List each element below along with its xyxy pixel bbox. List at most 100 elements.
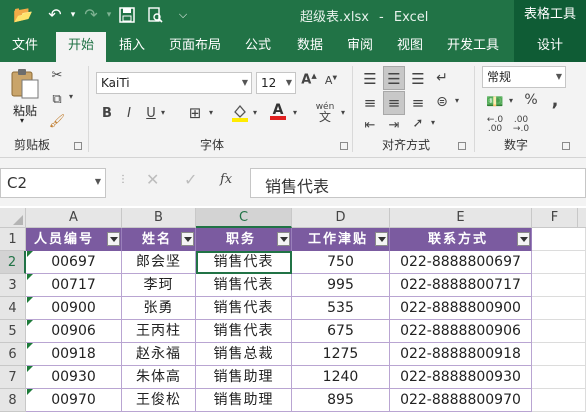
number-as-text-indicator[interactable]	[27, 366, 33, 372]
font-launcher-icon[interactable]	[340, 142, 348, 150]
table-cell[interactable]: 王俊松	[122, 389, 196, 412]
currency-dropdown-icon[interactable]: ▾	[506, 96, 516, 105]
tab-review[interactable]: 审阅	[338, 30, 382, 62]
filter-dropdown-icon[interactable]	[107, 232, 120, 246]
table-cell[interactable]: 00970	[26, 389, 122, 412]
underline-dropdown-icon[interactable]: ▾	[158, 108, 168, 117]
grow-font-icon[interactable]: A▲	[300, 72, 318, 87]
font-name-dropdown[interactable]: KaiTi ▼	[96, 72, 252, 94]
table-header-cell[interactable]: 职务	[196, 228, 292, 251]
table-cell[interactable]: 销售代表	[196, 297, 292, 320]
decrease-indent-icon[interactable]: ⇤	[360, 118, 380, 133]
column-header-c[interactable]: C	[196, 208, 292, 228]
filter-dropdown-icon[interactable]	[375, 232, 388, 246]
merge-center-icon[interactable]: ⊜	[432, 94, 452, 110]
borders-icon[interactable]: ⊞	[186, 104, 204, 122]
font-color-dropdown-icon[interactable]: ▾	[290, 108, 300, 117]
table-cell[interactable]: 销售助理	[196, 389, 292, 412]
currency-icon[interactable]: 💵	[484, 94, 506, 110]
table-header-cell[interactable]: 联系方式	[390, 228, 532, 251]
table-header-cell[interactable]: 工作津贴	[292, 228, 390, 251]
number-as-text-indicator[interactable]	[27, 343, 33, 349]
table-cell[interactable]: 张勇	[122, 297, 196, 320]
select-all-button[interactable]	[0, 208, 26, 228]
table-cell[interactable]: 00900	[26, 297, 122, 320]
open-icon[interactable]: 📂	[12, 5, 34, 25]
save-icon[interactable]	[116, 5, 138, 28]
empty-cell[interactable]	[532, 366, 586, 389]
align-top-icon[interactable]: ☰	[360, 70, 380, 88]
number-as-text-indicator[interactable]	[27, 389, 33, 395]
table-cell[interactable]: 00697	[26, 251, 122, 274]
table-cell[interactable]: 销售助理	[196, 366, 292, 389]
table-cell[interactable]: 销售代表	[196, 320, 292, 343]
table-cell[interactable]: 1240	[292, 366, 390, 389]
borders-dropdown-icon[interactable]: ▾	[206, 108, 216, 117]
column-header-b[interactable]: B	[122, 208, 196, 228]
formula-input[interactable]: 销售代表	[250, 168, 586, 198]
decrease-decimal-icon[interactable]: .00 →.0	[510, 116, 532, 134]
table-cell[interactable]: 675	[292, 320, 390, 343]
paste-button[interactable]: 粘贴 ▾	[8, 68, 40, 125]
table-cell[interactable]: 995	[292, 274, 390, 297]
table-cell[interactable]: 李珂	[122, 274, 196, 297]
bold-button[interactable]: B	[100, 106, 114, 121]
table-cell[interactable]: 00930	[26, 366, 122, 389]
table-cell[interactable]: 郎会坚	[122, 251, 196, 274]
increase-indent-icon[interactable]: ⇥	[384, 118, 404, 133]
table-cell[interactable]: 销售代表	[196, 274, 292, 297]
table-cell[interactable]: 022-8888800906	[390, 320, 532, 343]
table-cell[interactable]: 022-8888800930	[390, 366, 532, 389]
filter-dropdown-icon[interactable]	[517, 232, 530, 246]
table-cell[interactable]: 00918	[26, 343, 122, 366]
number-as-text-indicator[interactable]	[27, 297, 33, 303]
row-header[interactable]: 4	[0, 297, 26, 320]
tab-file[interactable]: 文件	[4, 30, 46, 62]
phonetic-guide-icon[interactable]: wén 文	[312, 102, 338, 123]
align-right-icon[interactable]: ≡	[408, 94, 428, 112]
table-cell[interactable]: 销售总裁	[196, 343, 292, 366]
table-cell[interactable]: 00906	[26, 320, 122, 343]
filter-dropdown-icon[interactable]	[277, 232, 290, 246]
tab-home[interactable]: 开始	[56, 32, 106, 62]
customize-toolbar-icon[interactable]: ⌵	[172, 5, 194, 25]
merge-dropdown-icon[interactable]: ▾	[452, 96, 462, 105]
chevron-down-icon[interactable]: ▼	[95, 177, 101, 186]
table-cell[interactable]: 535	[292, 297, 390, 320]
tab-view[interactable]: 视图	[388, 30, 432, 62]
clipboard-launcher-icon[interactable]	[74, 142, 82, 150]
table-header-cell[interactable]: 人员编号	[26, 228, 122, 251]
shrink-font-icon[interactable]: A▼	[322, 74, 340, 87]
cut-icon[interactable]: ✂	[48, 68, 66, 83]
fill-color-dropdown-icon[interactable]: ▾	[250, 108, 260, 117]
tab-insert[interactable]: 插入	[110, 30, 154, 62]
column-header-g[interactable]	[578, 208, 586, 228]
tab-page-layout[interactable]: 页面布局	[162, 30, 228, 62]
orientation-icon[interactable]: ➚	[408, 116, 428, 131]
phonetic-dropdown-icon[interactable]: ▾	[338, 108, 348, 117]
number-launcher-icon[interactable]	[562, 142, 570, 150]
empty-cell[interactable]	[532, 343, 586, 366]
orientation-dropdown-icon[interactable]: ▾	[428, 118, 438, 127]
font-color-icon[interactable]: A	[268, 102, 288, 120]
italic-button[interactable]: I	[122, 106, 136, 121]
selected-cell[interactable]: 销售代表	[196, 251, 292, 274]
row-header[interactable]: 3	[0, 274, 26, 297]
row-header[interactable]: 2	[0, 251, 26, 274]
empty-cell[interactable]	[532, 297, 586, 320]
table-cell[interactable]: 022-8888800900	[390, 297, 532, 320]
increase-decimal-icon[interactable]: ←.0.00	[484, 116, 506, 134]
formula-bar-grip-icon[interactable]: ⋮	[118, 174, 128, 185]
filter-dropdown-icon[interactable]	[181, 232, 194, 246]
table-cell[interactable]: 022-8888800717	[390, 274, 532, 297]
row-header[interactable]: 8	[0, 389, 26, 412]
table-cell[interactable]: 750	[292, 251, 390, 274]
copy-icon[interactable]: ⧉	[48, 92, 66, 107]
table-cell[interactable]: 022-8888800918	[390, 343, 532, 366]
copy-dropdown-icon[interactable]: ▾	[66, 92, 76, 101]
empty-cell[interactable]	[532, 389, 586, 412]
row-header[interactable]: 6	[0, 343, 26, 366]
row-header[interactable]: 7	[0, 366, 26, 389]
table-cell[interactable]: 赵永福	[122, 343, 196, 366]
name-box[interactable]: C2 ▼	[0, 168, 106, 198]
